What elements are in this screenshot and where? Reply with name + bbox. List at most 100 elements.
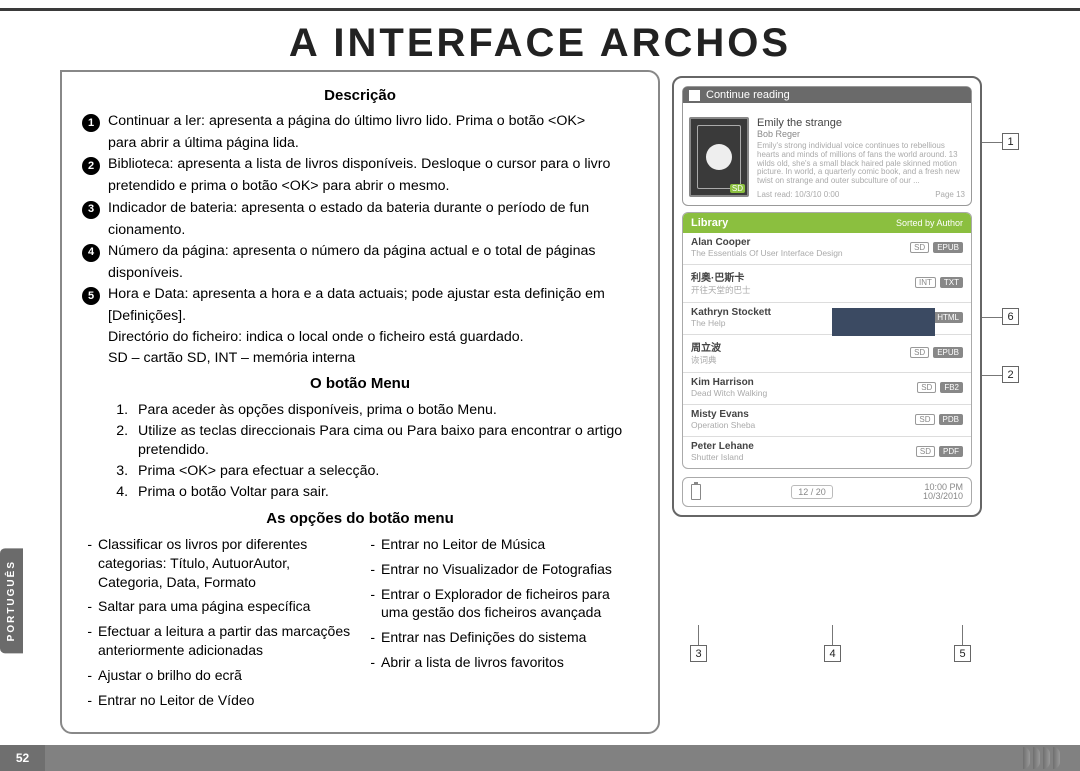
library-row: 周立波诙词典 SD EPUB	[683, 334, 971, 372]
footer-decoration	[1023, 747, 1060, 769]
row-title: 诙词典	[691, 354, 721, 366]
device-frame: Continue reading SD Emily the strange Bo…	[672, 76, 982, 517]
status-bar: 12 / 20 10:00 PM 10/3/2010	[682, 477, 972, 507]
book-blurb: Emily's strong individual voice continue…	[757, 142, 965, 186]
opt: Abrir a lista de livros favoritos	[381, 653, 638, 672]
bullet-2: 2	[82, 157, 100, 175]
library-row: Alan CooperThe Essentials Of User Interf…	[683, 233, 971, 264]
opt: Efectuar a leitura a partir das marcaçõe…	[98, 622, 355, 660]
desc-3: Indicador de bateria: apresenta o estado…	[108, 199, 638, 219]
desc-4b: disponíveis.	[108, 264, 638, 283]
opts-right: -Entrar no Leitor de Música -Entrar no V…	[365, 535, 638, 716]
row-format: HTML	[933, 312, 963, 323]
library-row: Kim HarrisonDead Witch Walking SD FB2	[683, 372, 971, 404]
book-author: Bob Reger	[757, 129, 965, 139]
desc-6a: Directório do ficheiro: indica o local o…	[108, 328, 638, 347]
bullet-1: 1	[82, 114, 100, 132]
page-number: 52	[0, 745, 45, 771]
callout-6: 6	[1002, 308, 1019, 325]
row-author: Alan Cooper	[691, 237, 843, 248]
desc-2b: pretendido e prima o botão <OK> para abr…	[108, 177, 638, 196]
desc-5b: [Definições].	[108, 307, 638, 326]
page-title: A INTERFACE ARCHOS	[0, 11, 1080, 70]
row-title: The Help	[691, 318, 771, 328]
row-title: The Essentials Of User Interface Design	[691, 248, 843, 258]
row-loc: SD	[917, 382, 936, 393]
page-indicator: Page 13	[935, 190, 965, 199]
row-format: FB2	[940, 382, 963, 393]
language-tab: PORTUGUÊS	[0, 548, 23, 653]
desc-5: Hora e Data: apresenta a hora e a data a…	[108, 285, 638, 305]
callout-4: 4	[824, 645, 841, 662]
callout-1: 1	[1002, 133, 1019, 150]
menu-step: Utilize as teclas direccionais Para cima…	[132, 422, 638, 460]
opt: Entrar no Leitor de Vídeo	[98, 691, 355, 710]
row-author: 周立波	[691, 339, 721, 354]
desc-2: Biblioteca: apresenta a lista de livros …	[108, 155, 638, 175]
row-title: Dead Witch Walking	[691, 388, 767, 398]
continue-reading-card: Continue reading SD Emily the strange Bo…	[682, 86, 972, 206]
row-format: TXT	[940, 277, 963, 288]
opt: Entrar no Visualizador de Fotografias	[381, 560, 638, 579]
desc-4: Número da página: apresenta o número da …	[108, 242, 638, 262]
text-panel: Descrição 1 Continuar a ler: apresenta a …	[60, 70, 660, 734]
row-author: Kathryn Stockett	[691, 307, 771, 318]
library-row: 利奥·巴斯卡开往天堂的巴士INTTXT	[683, 264, 971, 302]
continue-label: Continue reading	[706, 89, 790, 101]
date: 10/3/2010	[923, 492, 963, 501]
menu-step: Para aceder às opções disponíveis, prima…	[132, 401, 638, 420]
row-format: PDB	[939, 414, 963, 425]
menu-heading: O botão Menu	[82, 374, 638, 394]
desc-3b: cionamento.	[108, 221, 638, 240]
book-icon	[689, 90, 700, 101]
row-loc: SD	[915, 414, 934, 425]
bullet-3: 3	[82, 201, 100, 219]
menu-step: Prima <OK> para efectuar a selecção.	[132, 462, 638, 481]
row-author: Misty Evans	[691, 409, 755, 420]
row-format: PDF	[939, 446, 963, 457]
opt: Saltar para uma página específica	[98, 597, 355, 616]
row-loc: INT	[915, 277, 936, 288]
callout-2: 2	[1002, 366, 1019, 383]
page-count: 12 / 20	[791, 485, 833, 499]
sd-badge: SD	[730, 184, 745, 193]
opt: Ajustar o brilho do ecrã	[98, 666, 355, 685]
library-row: Peter LehaneShutter Island SD PDF	[683, 436, 971, 468]
row-title: 开往天堂的巴士	[691, 284, 751, 296]
menu-steps: Para aceder às opções disponíveis, prima…	[132, 401, 638, 503]
book-title: Emily the strange	[757, 117, 965, 129]
library-row: Misty EvansOperation Sheba SD PDB	[683, 404, 971, 436]
opt: Entrar o Explorador de ficheiros para um…	[381, 585, 638, 623]
row-title: Operation Sheba	[691, 420, 755, 430]
opt: Classificar os livros por diferentes cat…	[98, 535, 355, 592]
datetime: 10:00 PM 10/3/2010	[923, 483, 963, 501]
sorted-by: Sorted by Author	[896, 218, 963, 228]
library-panel: Library Sorted by Author Alan CooperThe …	[682, 212, 972, 469]
bullet-4: 4	[82, 244, 100, 262]
battery-icon	[691, 484, 701, 500]
row-author: Peter Lehane	[691, 441, 754, 452]
callout-3: 3	[690, 645, 707, 662]
row-format: EPUB	[933, 347, 963, 358]
desc-6b: SD – cartão SD, INT – memória interna	[108, 349, 638, 368]
page-footer: 52	[0, 745, 1080, 771]
opts-left: -Classificar os livros por diferentes ca…	[82, 535, 355, 716]
opt: Entrar no Leitor de Música	[381, 535, 638, 554]
row-title: Shutter Island	[691, 452, 754, 462]
row-format: EPUB	[933, 242, 963, 253]
highlight-bar	[832, 308, 935, 336]
row-loc: SD	[910, 347, 929, 358]
callout-5: 5	[954, 645, 971, 662]
opts-heading: As opções do botão menu	[82, 509, 638, 529]
row-loc: SD	[916, 446, 935, 457]
book-cover: SD	[689, 117, 749, 197]
row-author: Kim Harrison	[691, 377, 767, 388]
desc-1: Continuar a ler: apresenta a página do ú…	[108, 112, 638, 132]
opt: Entrar nas Definições do sistema	[381, 628, 638, 647]
menu-step: Prima o botão Voltar para sair.	[132, 483, 638, 502]
device-panel: Continue reading SD Emily the strange Bo…	[672, 70, 1050, 734]
desc-1b: para abrir a última página lida.	[108, 134, 638, 153]
row-loc: SD	[910, 242, 929, 253]
descricao-heading: Descrição	[82, 86, 638, 106]
last-read: Last read: 10/3/10 0:00	[757, 190, 839, 199]
